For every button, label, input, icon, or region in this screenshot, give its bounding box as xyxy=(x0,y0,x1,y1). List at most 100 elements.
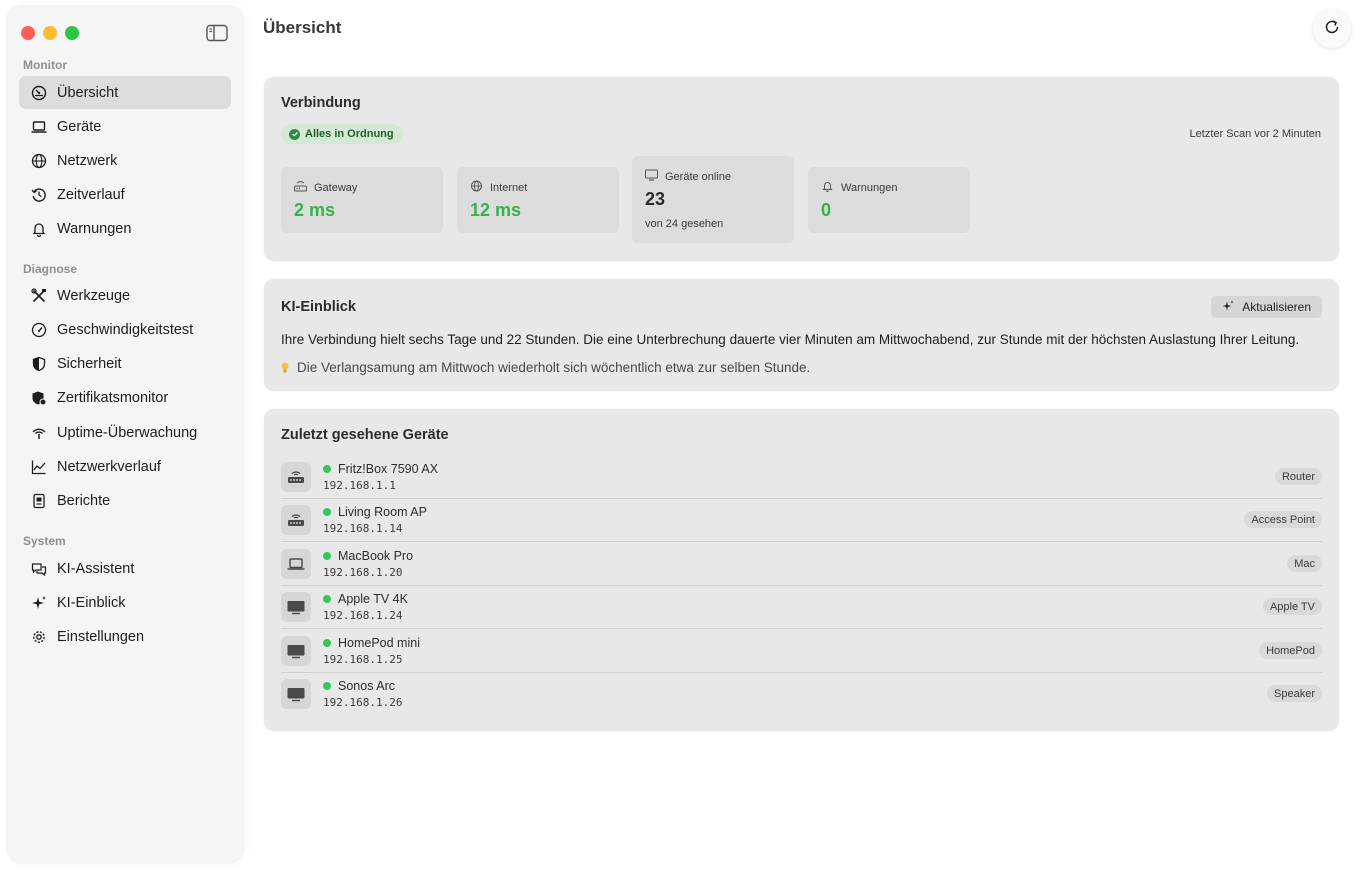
device-row[interactable]: Fritz!Box 7590 AX 192.168.1.1 Router xyxy=(281,456,1322,499)
laptop-icon xyxy=(30,118,48,136)
sidebar-item-werkzeuge[interactable]: Werkzeuge xyxy=(19,279,231,312)
router-icon xyxy=(281,505,311,535)
device-row[interactable]: HomePod mini 192.168.1.25 HomePod xyxy=(281,630,1322,673)
close-window-button[interactable] xyxy=(21,26,35,40)
lightbulb-icon xyxy=(281,362,289,374)
metric-label: Warnungen xyxy=(841,181,898,194)
insight-card: KI-Einblick Aktualisieren Ihre Verbindun… xyxy=(264,279,1339,391)
device-ip: 192.168.1.20 xyxy=(323,566,403,579)
speedometer-icon xyxy=(30,321,48,339)
sparkles-icon xyxy=(1222,300,1242,315)
metric-value: 2 ms xyxy=(294,200,336,220)
sidebar-item-sicherheit[interactable]: Sicherheit xyxy=(19,347,231,380)
update-insight-button[interactable]: Aktualisieren xyxy=(1211,296,1322,318)
last-scan-text: Letzter Scan vor 2 Minuten xyxy=(1189,128,1321,140)
device-type-badge: Router xyxy=(1274,468,1322,485)
connection-title: Verbindung xyxy=(281,95,361,111)
device-row[interactable]: MacBook Pro 192.168.1.20 Mac xyxy=(281,543,1322,586)
globe-icon xyxy=(30,152,48,170)
globe-icon xyxy=(470,180,490,195)
device-name: Fritz!Box 7590 AX xyxy=(338,462,439,476)
insight-text: Ihre Verbindung hielt sechs Tage und 22 … xyxy=(281,332,1300,347)
sidebar-item-zertifikatsmonitor[interactable]: Zertifikatsmonitor xyxy=(19,381,231,414)
device-name: MacBook Pro xyxy=(338,549,414,563)
sidebar-section-monitor: Monitor xyxy=(23,58,67,72)
laptop-icon xyxy=(281,549,311,579)
metric-value: 0 xyxy=(821,200,832,220)
sidebar-item-zeitverlauf[interactable]: Zeitverlauf xyxy=(19,178,231,211)
metric-label: Internet xyxy=(490,181,528,194)
history-icon xyxy=(30,186,48,204)
device-ip: 192.168.1.26 xyxy=(323,696,403,709)
display-icon xyxy=(645,169,665,184)
device-name: HomePod mini xyxy=(338,636,420,650)
sidebar-item-label: Einstellungen xyxy=(57,628,145,645)
status-badge: Alles in Ordnung xyxy=(281,124,403,144)
online-indicator xyxy=(323,508,331,516)
sidebar-item-warnungen[interactable]: Warnungen xyxy=(19,212,231,245)
sidebar-item-label: KI-Assistent xyxy=(57,560,135,577)
sidebar-item-berichte[interactable]: Berichte xyxy=(19,484,231,517)
insight-hint: Die Verlangsamung am Mittwoch wiederholt… xyxy=(281,360,810,375)
update-button-label: Aktualisieren xyxy=(1242,300,1311,314)
sidebar-item-geschwindigkeitstest[interactable]: Geschwindigkeitstest xyxy=(19,313,231,346)
gauge-icon xyxy=(30,84,48,102)
metric-subtext: von 24 gesehen xyxy=(645,218,724,230)
sidebar-item-label: Geräte xyxy=(57,118,102,135)
sidebar-item-label: Uptime-Überwachung xyxy=(57,424,198,441)
online-indicator xyxy=(323,682,331,690)
sidebar-item-label: Werkzeuge xyxy=(57,287,131,304)
metric-geraete-online: Geräte online 23 von 24 gesehen xyxy=(632,156,794,243)
metric-label: Geräte online xyxy=(665,170,732,183)
device-row[interactable]: Sonos Arc 192.168.1.26 Speaker xyxy=(281,673,1322,716)
metric-internet: Internet 12 ms xyxy=(457,167,619,233)
device-row[interactable]: Apple TV 4K 192.168.1.24 Apple TV xyxy=(281,586,1322,629)
sidebar-item-uptime-ueberwachung[interactable]: Uptime-Überwachung xyxy=(19,416,231,449)
refresh-icon xyxy=(1323,18,1341,41)
connection-card: Verbindung Alles in Ordnung Letzter Scan… xyxy=(264,77,1339,261)
sidebar-toggle-icon[interactable] xyxy=(206,24,228,42)
sidebar-item-label: Zertifikatsmonitor xyxy=(57,389,169,406)
tv-icon xyxy=(281,592,311,622)
sidebar-item-einstellungen[interactable]: Einstellungen xyxy=(19,620,231,653)
sidebar-item-netzwerkverlauf[interactable]: Netzwerkverlauf xyxy=(19,450,231,483)
zoom-window-button[interactable] xyxy=(65,26,79,40)
divider xyxy=(281,541,1322,542)
sidebar-item-label: Netzwerk xyxy=(57,152,118,169)
tv-icon xyxy=(281,636,311,666)
sidebar-item-netzwerk[interactable]: Netzwerk xyxy=(19,144,231,177)
bell-icon xyxy=(30,220,48,238)
divider xyxy=(281,628,1322,629)
online-indicator xyxy=(323,639,331,647)
sidebar-item-label: KI-Einblick xyxy=(57,594,126,611)
refresh-button[interactable] xyxy=(1313,10,1351,48)
window-controls xyxy=(21,26,79,40)
online-indicator xyxy=(323,595,331,603)
insight-hint-text: Die Verlangsamung am Mittwoch wiederholt… xyxy=(297,360,811,375)
sidebar-item-ki-einblick[interactable]: KI-Einblick xyxy=(19,586,231,619)
sidebar-item-label: Übersicht xyxy=(57,84,119,101)
sidebar-item-label: Zeitverlauf xyxy=(57,186,125,203)
sidebar-item-ki-assistent[interactable]: KI-Assistent xyxy=(19,552,231,585)
device-row[interactable]: Living Room AP 192.168.1.14 Access Point xyxy=(281,499,1322,542)
sidebar-section-diagnose: Diagnose xyxy=(23,262,78,276)
online-indicator xyxy=(323,465,331,473)
devices-card: Zuletzt gesehene Geräte Fritz!Box 7590 A… xyxy=(264,409,1339,731)
bell-icon xyxy=(821,180,841,195)
sparkles-icon xyxy=(30,594,48,612)
minimize-window-button[interactable] xyxy=(43,26,57,40)
metric-warnungen: Warnungen 0 xyxy=(808,167,970,233)
device-name: Apple TV 4K xyxy=(338,592,408,606)
device-name: Sonos Arc xyxy=(338,679,395,693)
antenna-icon xyxy=(30,424,48,442)
checkmark-icon xyxy=(289,128,300,140)
sidebar-section-system: System xyxy=(23,534,66,548)
device-name: Living Room AP xyxy=(338,505,427,519)
sidebar: Monitor Übersicht Geräte Netzwerk Zeitve… xyxy=(7,6,243,863)
metric-label: Gateway xyxy=(314,181,358,194)
sidebar-item-geraete[interactable]: Geräte xyxy=(19,110,231,143)
device-type-badge: HomePod xyxy=(1259,642,1322,659)
metric-gateway: Gateway 2 ms xyxy=(281,167,443,233)
line-chart-icon xyxy=(30,458,48,476)
sidebar-item-uebersicht[interactable]: Übersicht xyxy=(19,76,231,109)
